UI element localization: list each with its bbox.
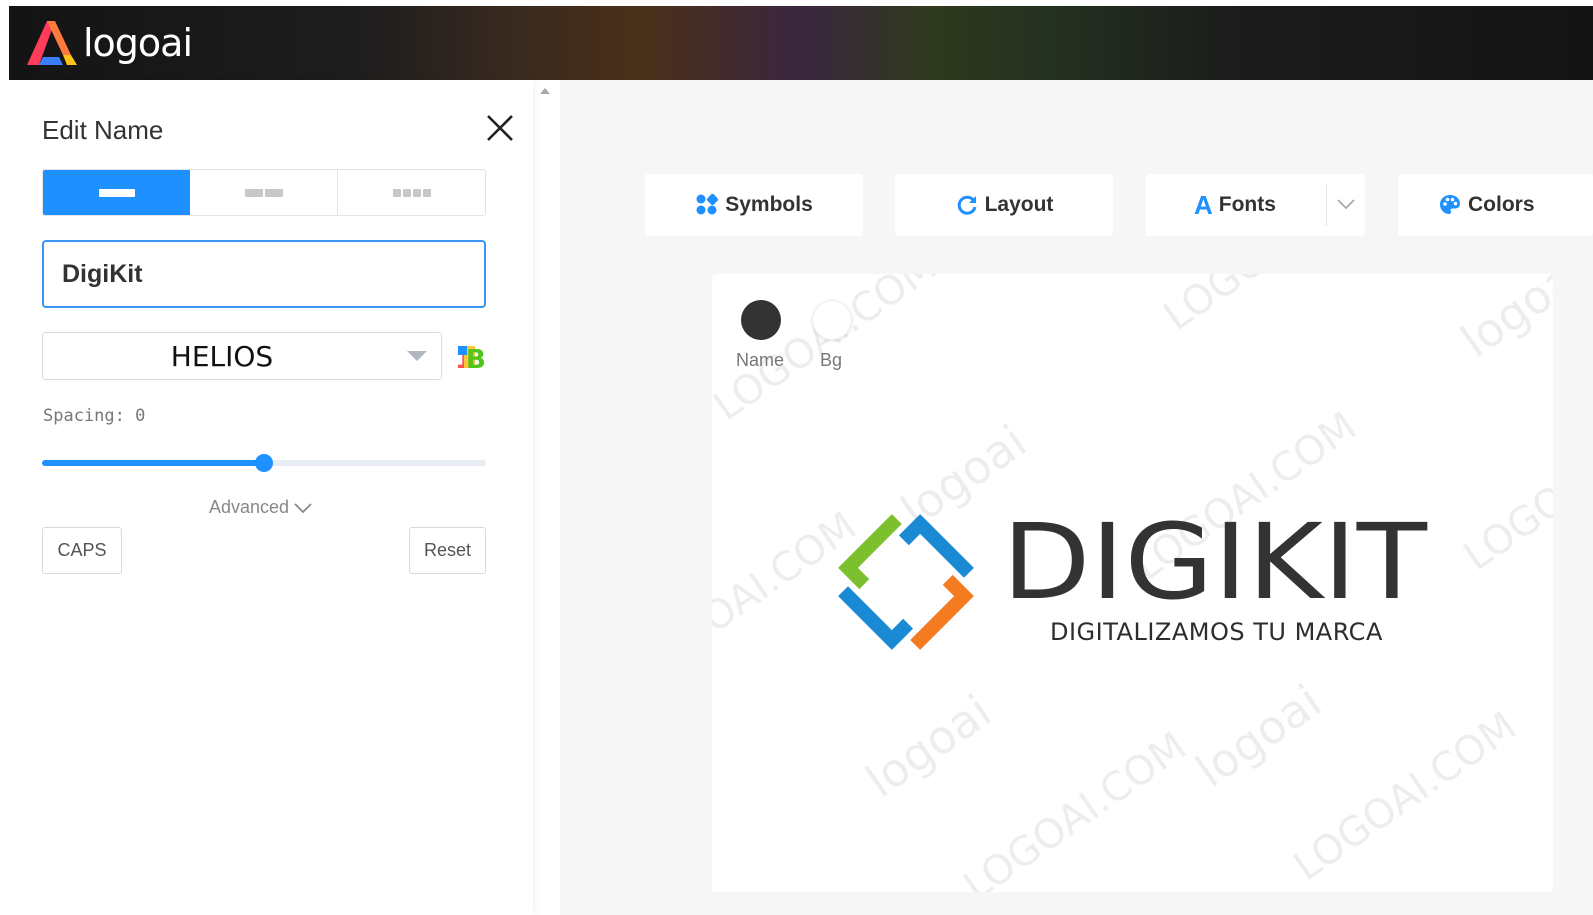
- chevron-down-icon: [294, 502, 312, 513]
- watermark: logoai: [1186, 673, 1332, 798]
- reset-button[interactable]: Reset: [409, 527, 486, 574]
- watermark: logoai: [856, 683, 1002, 808]
- logoai-mark-icon: [27, 21, 77, 65]
- letters-icon: [392, 188, 431, 197]
- edit-name-panel: Edit Name HELIOS 1 B Spacing: 0: [9, 80, 533, 915]
- advanced-toggle[interactable]: Advanced: [209, 497, 313, 518]
- layout-button[interactable]: Layout: [895, 174, 1113, 236]
- font-style-icon[interactable]: 1 B: [454, 342, 488, 372]
- layout-tab-two-word[interactable]: [190, 170, 338, 215]
- colors-label: Colors: [1468, 193, 1535, 216]
- logoai-logo[interactable]: logoai: [25, 13, 193, 73]
- font-select-value: HELIOS: [170, 339, 274, 373]
- brand-name-input[interactable]: [42, 240, 486, 308]
- brand-wordmark: logoai: [83, 21, 193, 65]
- spacing-slider[interactable]: [42, 454, 486, 472]
- watermark: LOGOAI.COM: [1156, 274, 1395, 340]
- symbols-icon: [696, 193, 719, 215]
- fonts-label: Fonts: [1218, 193, 1276, 216]
- layout-label: Layout: [984, 193, 1054, 216]
- brand-tagline: DIGITALIZAMOS TU MARCA: [1050, 618, 1383, 646]
- fonts-dropdown-chevron-icon[interactable]: [1335, 196, 1357, 212]
- scroll-up-arrow-icon[interactable]: [540, 88, 550, 94]
- symbols-button[interactable]: Symbols: [645, 174, 863, 236]
- name-layout-tabs: [42, 169, 486, 216]
- background-color-swatch[interactable]: [812, 300, 852, 340]
- logo-text: DIGIKIT: [1002, 514, 1428, 610]
- brand-logo-text: DIGIKIT: [1002, 514, 1428, 610]
- panel-title: Edit Name: [42, 115, 164, 145]
- logo-preview-canvas: LOGOAI.COM LOGOAI.COM logoai LOGOAI.COM …: [712, 274, 1553, 892]
- watermark: LOGOAI.COM: [955, 723, 1195, 892]
- close-icon: [487, 115, 513, 141]
- layout-tab-letters[interactable]: [338, 170, 485, 215]
- fonts-button[interactable]: A Fonts: [1146, 174, 1365, 236]
- close-button[interactable]: [483, 111, 517, 145]
- single-line-icon: [98, 188, 135, 197]
- palette-icon: [1440, 195, 1460, 214]
- watermark: logoai: [1451, 274, 1553, 368]
- watermark: LOGOAI.COM: [1285, 703, 1525, 890]
- slider-fill: [42, 460, 264, 466]
- fonts-divider: [1326, 184, 1327, 226]
- symbols-label: Symbols: [725, 193, 813, 216]
- top-bar: logoai: [9, 6, 1593, 80]
- watermark: LOGOAI.COM: [1455, 393, 1553, 580]
- name-swatch-label: Name: [736, 350, 785, 370]
- advanced-label: Advanced: [209, 497, 290, 517]
- layout-tab-single-line[interactable]: [43, 170, 190, 215]
- font-select[interactable]: HELIOS: [42, 332, 442, 380]
- caps-button[interactable]: CAPS: [42, 527, 122, 574]
- spacing-label: Spacing: 0: [43, 406, 146, 426]
- two-word-icon: [244, 188, 283, 197]
- slider-handle[interactable]: [255, 454, 273, 472]
- svg-text:B: B: [466, 345, 486, 372]
- bg-swatch-label: Bg: [820, 350, 843, 370]
- font-a-icon: A: [1194, 189, 1213, 220]
- chevron-down-icon: [407, 351, 427, 361]
- name-color-swatch[interactable]: [741, 300, 781, 340]
- refresh-icon: [957, 195, 977, 215]
- colors-button[interactable]: Colors: [1398, 174, 1593, 236]
